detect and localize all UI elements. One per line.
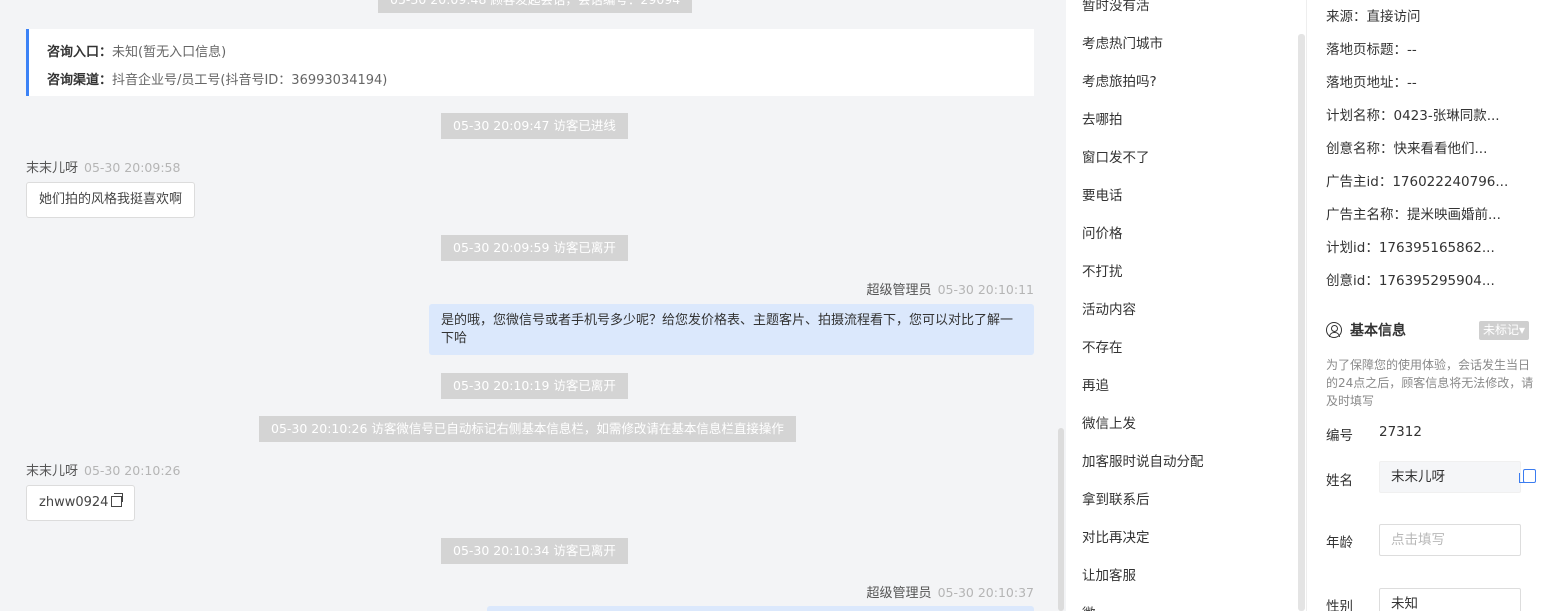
system-message: 05-30 20:09:47 访客已进线 bbox=[441, 113, 628, 139]
quick-reply-item[interactable]: 拿到联系后 bbox=[1082, 488, 1150, 508]
system-message: 05-30 20:10:19 访客已离开 bbox=[441, 373, 628, 399]
source-info-row: 广告主名称：提米映画婚前... bbox=[1326, 207, 1501, 223]
quick-reply-item[interactable]: 不存在 bbox=[1082, 336, 1123, 356]
quick-reply-item[interactable]: 再追 bbox=[1082, 374, 1109, 394]
system-message: 05-30 20:09:59 访客已离开 bbox=[441, 235, 628, 261]
source-info-row: 落地页标题：-- bbox=[1326, 42, 1417, 58]
message-sender: 末末儿呀 05-30 20:10:26 bbox=[26, 460, 180, 479]
basic-info-heading: 基本信息 bbox=[1326, 320, 1406, 340]
message-time: 05-30 20:10:11 bbox=[937, 282, 1034, 297]
agent-message-bubble[interactable] bbox=[487, 606, 1034, 611]
age-field[interactable]: 点击填写 bbox=[1379, 524, 1521, 556]
sender-name: 超级管理员 bbox=[866, 283, 932, 298]
message-time: 05-30 20:10:26 bbox=[84, 463, 181, 478]
source-info-row: 落地页地址：-- bbox=[1326, 75, 1417, 91]
quick-reply-item[interactable]: 要电话 bbox=[1082, 184, 1123, 204]
quick-reply-panel: 暂时没有活考虑热门城市 考虑旅拍吗? 去哪拍窗口发不了要电话问价格不打扰活动内容不存… bbox=[1066, 0, 1307, 611]
message-sender: 超级管理员 05-30 20:10:37 bbox=[867, 582, 1034, 601]
basic-info-title: 基本信息 bbox=[1350, 323, 1406, 339]
copy-icon[interactable] bbox=[111, 493, 124, 507]
message-sender: 超级管理员 05-30 20:10:11 bbox=[867, 279, 1034, 298]
channel-label: 咨询渠道： bbox=[47, 73, 113, 88]
source-info-row: 创意名称：快来看看他们... bbox=[1326, 141, 1488, 157]
quick-reply-item[interactable]: 微信上发 bbox=[1082, 412, 1136, 432]
gender-field[interactable]: 未知 bbox=[1379, 588, 1521, 611]
sender-name: 超级管理员 bbox=[866, 586, 932, 601]
quick-reply-item[interactable]: 考虑热门城市 bbox=[1082, 32, 1163, 52]
quick-reply-item[interactable]: 加客服时说自动分配 bbox=[1082, 450, 1204, 470]
system-message: 05-30 20:10:34 访客已离开 bbox=[441, 538, 628, 564]
visitor-message-bubble[interactable]: zhww0924 bbox=[26, 485, 136, 521]
gender-label: 性别 bbox=[1326, 599, 1353, 611]
chat-scrollbar[interactable] bbox=[1058, 428, 1064, 611]
name-label: 姓名 bbox=[1326, 473, 1353, 489]
quick-reply-item[interactable]: 暂时没有活 bbox=[1082, 0, 1150, 14]
edit-hint-text: 为了保障您的使用体验，会话发生当日的24点之后，顾客信息将无法修改，请及时填写 bbox=[1326, 358, 1534, 408]
quick-reply-item[interactable]: 活动内容 bbox=[1082, 298, 1136, 318]
message-time: 05-30 20:09:58 bbox=[84, 160, 181, 175]
quick-reply-item[interactable]: 窗口发不了 bbox=[1082, 146, 1150, 166]
visitor-message-bubble[interactable]: 她们拍的风格我挺喜欢啊 bbox=[26, 182, 196, 218]
system-message: 05-30 20:09:48 顾客发起会话，会话编号：29094 bbox=[378, 0, 693, 13]
entry-value: 未知(暂无入口信息) bbox=[112, 45, 227, 60]
quick-reply-item[interactable]: 问价格 bbox=[1082, 222, 1123, 242]
id-value: 27312 bbox=[1379, 424, 1422, 440]
source-info-row: 来源：直接访问 bbox=[1326, 9, 1421, 25]
copy-icon[interactable] bbox=[1519, 469, 1536, 483]
channel-value: 抖音企业号/员工号(抖音号ID：36993034194) bbox=[112, 73, 388, 88]
quick-reply-item[interactable]: 不打扰 bbox=[1082, 260, 1123, 280]
system-message: 05-30 20:10:26 访客微信号已自动标记右侧基本信息栏，如需修改请在基… bbox=[259, 416, 796, 442]
age-label: 年龄 bbox=[1326, 535, 1353, 551]
user-circle-icon bbox=[1326, 322, 1342, 338]
quick-reply-item[interactable]: 微 bbox=[1082, 602, 1096, 611]
id-label: 编号 bbox=[1326, 428, 1353, 444]
quick-reply-item[interactable]: 去哪拍 bbox=[1082, 108, 1123, 128]
quick-reply-scrollbar[interactable] bbox=[1298, 34, 1305, 611]
sender-name: 末末儿呀 bbox=[26, 464, 79, 479]
chat-panel: 05-30 20:09:48 顾客发起会话，会话编号：29094 咨询入口：未知… bbox=[0, 0, 1066, 611]
name-field[interactable]: 末末儿呀 bbox=[1379, 461, 1521, 493]
sender-name: 末末儿呀 bbox=[26, 161, 79, 176]
agent-message-bubble[interactable]: 是的哦，您微信号或者手机号多少呢？给您发价格表、主题客片、拍摄流程看下，您可以对… bbox=[429, 304, 1034, 355]
customer-info-panel: 来源：直接访问 落地页标题：-- 落地页地址：-- 计划名称：0423-张琳同款...… bbox=[1307, 0, 1561, 611]
source-info-row: 计划id：176395165862... bbox=[1326, 240, 1495, 256]
wechat-id-text: zhww0924 bbox=[39, 495, 109, 510]
source-info-row: 计划名称：0423-张琳同款... bbox=[1326, 108, 1500, 124]
source-info-row: 创意id：176395295904... bbox=[1326, 273, 1495, 289]
quick-reply-item[interactable]: 让加客服 bbox=[1082, 564, 1136, 584]
message-time: 05-30 20:10:37 bbox=[937, 585, 1034, 600]
quick-reply-item[interactable]: 对比再决定 bbox=[1082, 526, 1150, 546]
message-sender: 末末儿呀 05-30 20:09:58 bbox=[26, 157, 180, 176]
quick-reply-item[interactable]: 考虑旅拍吗? bbox=[1082, 70, 1157, 90]
source-info-row: 广告主id：176022240796... bbox=[1326, 174, 1509, 190]
consult-notice-card: 咨询入口：未知(暂无入口信息) 咨询渠道：抖音企业号/员工号(抖音号ID：369… bbox=[26, 29, 1034, 96]
entry-label: 咨询入口： bbox=[47, 45, 113, 60]
tag-dropdown-button[interactable]: 未标记▾ bbox=[1479, 321, 1530, 340]
